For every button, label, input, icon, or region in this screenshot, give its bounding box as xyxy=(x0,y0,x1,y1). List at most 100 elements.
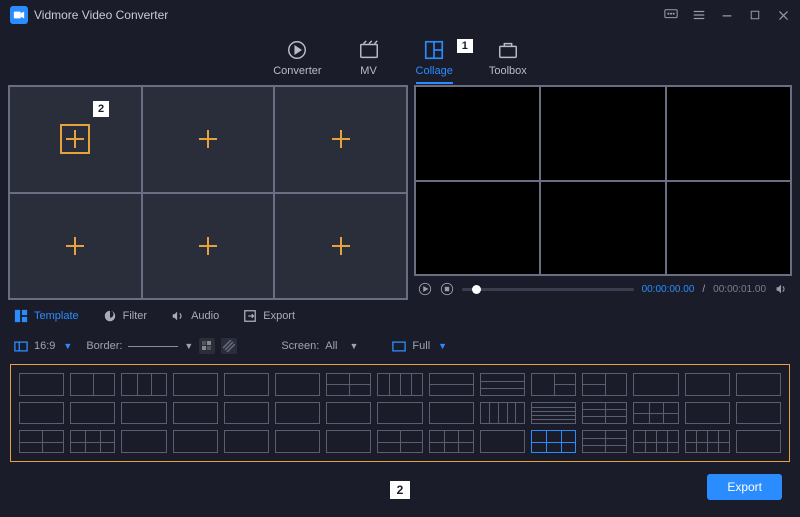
template-item[interactable] xyxy=(70,373,115,396)
stop-button[interactable] xyxy=(440,282,454,296)
nav-label: MV xyxy=(360,65,377,77)
border-control: Border: ▼ xyxy=(86,338,237,354)
play-button[interactable] xyxy=(418,282,432,296)
collage-cell[interactable] xyxy=(9,86,142,193)
template-item[interactable] xyxy=(531,430,576,453)
full-dropdown[interactable]: Full ▼ xyxy=(392,340,447,352)
template-item[interactable] xyxy=(531,402,576,425)
footer: 2 Export xyxy=(0,470,800,510)
template-item[interactable] xyxy=(121,373,166,396)
collage-cell[interactable] xyxy=(142,193,275,300)
subtabs: Template Filter Audio Export xyxy=(0,302,800,330)
template-item[interactable] xyxy=(480,430,525,453)
seek-thumb[interactable] xyxy=(472,285,481,294)
top-nav: Converter MV Collage 1 Toolbox xyxy=(0,30,800,85)
template-item[interactable] xyxy=(685,402,730,425)
screen-control: Screen: All ▼ xyxy=(281,340,358,352)
template-item[interactable] xyxy=(173,373,218,396)
playbar: 00:00:00.00/00:00:01.00 xyxy=(414,276,792,300)
template-item[interactable] xyxy=(121,402,166,425)
template-item[interactable] xyxy=(582,373,627,396)
template-item[interactable] xyxy=(582,430,627,453)
chevron-down-icon: ▼ xyxy=(438,341,447,351)
template-item[interactable] xyxy=(429,373,474,396)
time-total: 00:00:01.00 xyxy=(713,284,766,295)
preview-cell xyxy=(540,86,665,181)
template-item[interactable] xyxy=(736,402,781,425)
plus-icon xyxy=(332,237,350,255)
template-item[interactable] xyxy=(275,430,320,453)
template-item[interactable] xyxy=(531,373,576,396)
close-button[interactable] xyxy=(776,8,790,22)
seek-slider[interactable] xyxy=(462,288,634,291)
template-item[interactable] xyxy=(685,430,730,453)
nav-toolbox[interactable]: Toolbox xyxy=(489,39,527,77)
template-item[interactable] xyxy=(70,430,115,453)
template-item[interactable] xyxy=(377,430,422,453)
preview-cell xyxy=(415,86,540,181)
template-item[interactable] xyxy=(429,430,474,453)
template-item[interactable] xyxy=(736,430,781,453)
subtab-filter[interactable]: Filter xyxy=(103,309,147,323)
template-item[interactable] xyxy=(633,373,678,396)
template-item[interactable] xyxy=(377,373,422,396)
ratio-dropdown[interactable]: 16:9 ▼ xyxy=(14,340,72,352)
menu-icon[interactable] xyxy=(692,8,706,22)
volume-button[interactable] xyxy=(774,282,788,296)
nav-collage[interactable]: Collage 1 xyxy=(416,39,453,77)
subtab-template[interactable]: Template xyxy=(14,309,79,323)
template-item[interactable] xyxy=(121,430,166,453)
subtab-audio[interactable]: Audio xyxy=(171,309,219,323)
subtab-export[interactable]: Export xyxy=(243,309,295,323)
template-item[interactable] xyxy=(224,430,269,453)
template-item[interactable] xyxy=(326,402,371,425)
export-button[interactable]: Export xyxy=(707,474,782,500)
templates-grid xyxy=(19,373,781,453)
collage-editor: 2 xyxy=(8,85,408,300)
maximize-button[interactable] xyxy=(748,8,762,22)
template-item[interactable] xyxy=(685,373,730,396)
chat-icon[interactable] xyxy=(664,8,678,22)
time-current: 00:00:00.00 xyxy=(642,284,695,295)
screen-dropdown[interactable]: All ▼ xyxy=(325,340,358,352)
template-item[interactable] xyxy=(224,373,269,396)
template-item[interactable] xyxy=(70,402,115,425)
template-item[interactable] xyxy=(173,430,218,453)
template-item[interactable] xyxy=(275,373,320,396)
template-item[interactable] xyxy=(480,402,525,425)
template-item[interactable] xyxy=(633,430,678,453)
border-color-picker[interactable] xyxy=(199,338,215,354)
nav-mv[interactable]: MV xyxy=(358,39,380,77)
chevron-down-icon: ▼ xyxy=(63,341,72,351)
template-item[interactable] xyxy=(326,430,371,453)
template-item[interactable] xyxy=(19,373,64,396)
template-item[interactable] xyxy=(480,373,525,396)
collage-cell[interactable] xyxy=(274,86,407,193)
screen-value: All xyxy=(325,340,337,352)
template-item[interactable] xyxy=(326,373,371,396)
app-title: Vidmore Video Converter xyxy=(34,8,168,22)
border-label: Border: xyxy=(86,340,122,352)
collage-cell[interactable] xyxy=(9,193,142,300)
template-item[interactable] xyxy=(19,402,64,425)
main-area: 2 00:00:00.00/00:00:01.00 xyxy=(0,85,800,300)
nav-converter[interactable]: Converter xyxy=(273,39,321,77)
template-item[interactable] xyxy=(582,402,627,425)
template-item[interactable] xyxy=(19,430,64,453)
collage-cell[interactable] xyxy=(142,86,275,193)
template-item[interactable] xyxy=(429,402,474,425)
template-item[interactable] xyxy=(275,402,320,425)
ratio-value: 16:9 xyxy=(34,340,55,352)
template-item[interactable] xyxy=(224,402,269,425)
template-item[interactable] xyxy=(633,402,678,425)
border-pattern-button[interactable] xyxy=(221,338,237,354)
border-style-dropdown[interactable]: ▼ xyxy=(128,341,193,351)
template-item[interactable] xyxy=(377,402,422,425)
template-item[interactable] xyxy=(736,373,781,396)
titlebar: Vidmore Video Converter xyxy=(0,0,800,30)
options-bar: 16:9 ▼ Border: ▼ Screen: All ▼ Full ▼ xyxy=(0,330,800,362)
nav-label: Collage xyxy=(416,65,453,77)
template-item[interactable] xyxy=(173,402,218,425)
minimize-button[interactable] xyxy=(720,8,734,22)
collage-cell[interactable] xyxy=(274,193,407,300)
